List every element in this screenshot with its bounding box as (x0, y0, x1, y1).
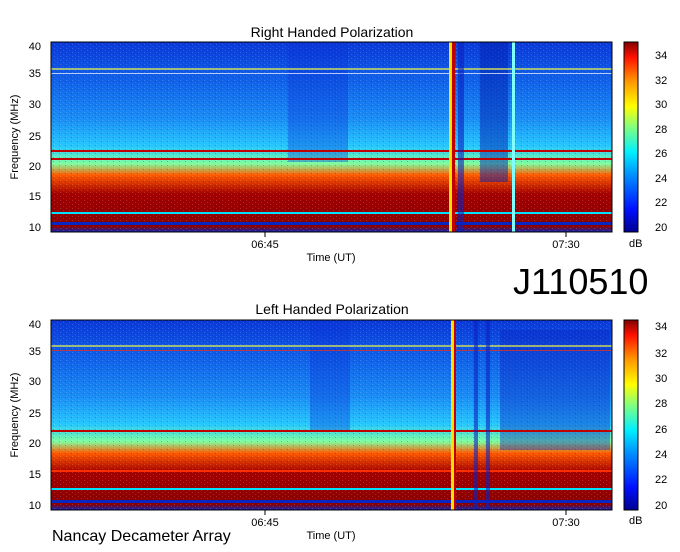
lhp-title: Left Handed Polarization (255, 301, 408, 317)
lhp-ylabel: Frequency (MHz) (9, 373, 21, 458)
rhp-cbar-tick: 20 (655, 222, 667, 234)
rhp-cbar-tick: 32 (655, 75, 667, 87)
lhp-ytick: 25 (29, 408, 41, 420)
rhp-ytick: 15 (29, 191, 41, 203)
lhp-colorbar (623, 319, 639, 511)
rhp-cbar-tick: 28 (655, 124, 667, 136)
lhp-ytick: 15 (29, 469, 41, 481)
rhp-cbar-tick: 24 (655, 173, 667, 185)
instrument-label: Nancay Decameter Array (52, 528, 231, 545)
lhp-cbar-tick: 30 (655, 373, 667, 385)
lhp-panel: Left Handed Polarization Frequency (MHz)… (9, 301, 667, 542)
rhp-cbar-tick: 34 (655, 50, 667, 62)
rhp-xtick: 06:45 (251, 239, 279, 251)
rhp-yticks: 40 35 30 25 20 15 10 (29, 41, 41, 234)
lhp-ytick: 40 (29, 319, 41, 331)
lhp-yticks: 40 35 30 25 20 15 10 (29, 319, 41, 512)
lhp-xtick: 07:30 (552, 517, 580, 529)
rhp-ytick: 10 (29, 222, 41, 234)
lhp-cbar-tick: 26 (655, 424, 667, 436)
lhp-xlabel: Time (UT) (306, 530, 355, 542)
lhp-ytick: 35 (29, 346, 41, 358)
rhp-quiet-region (288, 42, 348, 162)
lhp-cbar-tick: 22 (655, 474, 667, 486)
rhp-cbar-tick: 26 (655, 148, 667, 160)
rhp-ytick: 30 (29, 99, 41, 111)
rhp-ylabel: Frequency (MHz) (9, 95, 21, 180)
lhp-cbar-tick: 24 (655, 449, 667, 461)
rhp-cbar-tick: 30 (655, 99, 667, 111)
rhp-panel: Right Handed Polarization Frequency (MHz… (9, 24, 667, 264)
rhp-colorbar (623, 41, 639, 233)
rhp-colorbar-ticks: 34 32 30 28 26 24 22 20 (655, 50, 667, 234)
lhp-cbar-tick: 34 (655, 321, 667, 333)
rhp-colorbar-label: dB (629, 238, 642, 250)
rhp-ytick: 35 (29, 68, 41, 80)
rhp-quiet-region (480, 42, 508, 182)
rhp-xtick: 07:30 (552, 239, 580, 251)
rhp-ytick: 40 (29, 41, 41, 53)
lhp-ytick: 30 (29, 376, 41, 388)
rhp-ytick: 25 (29, 131, 41, 143)
lhp-xtick: 06:45 (251, 517, 279, 529)
lhp-cbar-tick: 20 (655, 500, 667, 512)
lhp-quiet-region (310, 320, 350, 430)
lhp-cbar-tick: 28 (655, 398, 667, 410)
lhp-colorbar-ticks: 34 32 30 28 26 24 22 20 (655, 321, 667, 512)
lhp-cbar-tick: 32 (655, 348, 667, 360)
lhp-ytick: 10 (29, 500, 41, 512)
observation-id: J110510 (513, 261, 649, 302)
rhp-xticks: 06:45 07:30 (251, 232, 580, 251)
rhp-cbar-tick: 22 (655, 197, 667, 209)
lhp-ytick: 20 (29, 438, 41, 450)
lhp-xticks: 06:45 07:30 (251, 510, 580, 529)
lhp-colorbar-label: dB (629, 515, 642, 527)
rhp-xlabel: Time (UT) (306, 252, 355, 264)
rhp-title: Right Handed Polarization (251, 24, 414, 40)
rhp-ytick: 20 (29, 161, 41, 173)
